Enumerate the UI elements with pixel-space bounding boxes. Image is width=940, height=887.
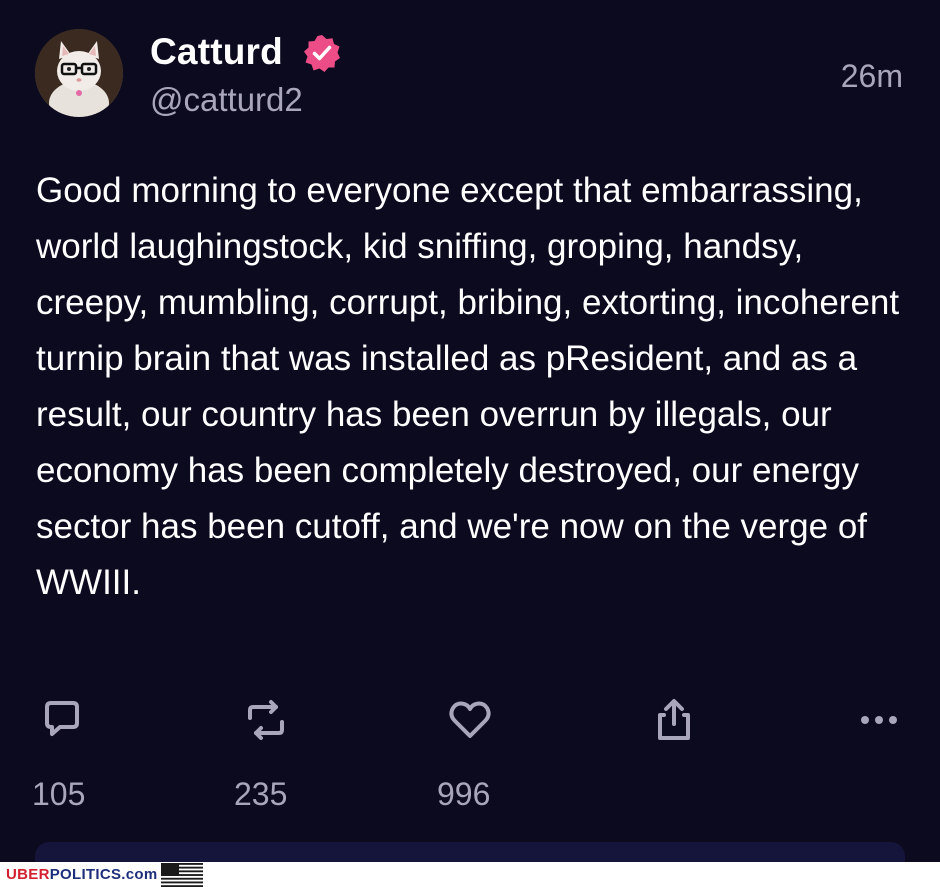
- reply-icon: [45, 701, 79, 736]
- author-avatar[interactable]: [35, 29, 123, 117]
- watermark-uber: UBER: [6, 866, 50, 883]
- like-count: 996: [437, 776, 491, 812]
- watermark-politics: POLITICS.com: [49, 866, 158, 883]
- repost-button[interactable]: [242, 696, 290, 744]
- us-flag-icon: [161, 862, 204, 887]
- author-display-name[interactable]: Catturd: [150, 30, 283, 74]
- watermark-bar: UBERPOLITICS.com: [0, 862, 940, 887]
- verified-badge-icon: [302, 33, 342, 73]
- reply-button[interactable]: [38, 696, 86, 744]
- post-card[interactable]: Catturd @catturd2 26m Good morning to ev…: [0, 0, 940, 872]
- watermark-text: UBERPOLITICS.com: [6, 862, 157, 887]
- reply-count: 105: [32, 776, 86, 812]
- more-options-icon: [861, 716, 897, 724]
- share-icon: [658, 699, 690, 740]
- author-handle[interactable]: @catturd2: [150, 80, 303, 120]
- share-button[interactable]: [650, 696, 698, 744]
- repost-icon: [248, 700, 284, 740]
- cat-avatar-icon: [35, 29, 123, 117]
- like-button[interactable]: [446, 696, 494, 744]
- more-options-button[interactable]: [855, 696, 903, 744]
- post-body-text: Good morning to everyone except that emb…: [36, 171, 900, 602]
- heart-icon: [449, 701, 491, 738]
- post-timestamp[interactable]: 26m: [841, 56, 903, 96]
- watermark-logo: UBERPOLITICS.com: [6, 862, 204, 887]
- repost-count: 235: [234, 776, 288, 812]
